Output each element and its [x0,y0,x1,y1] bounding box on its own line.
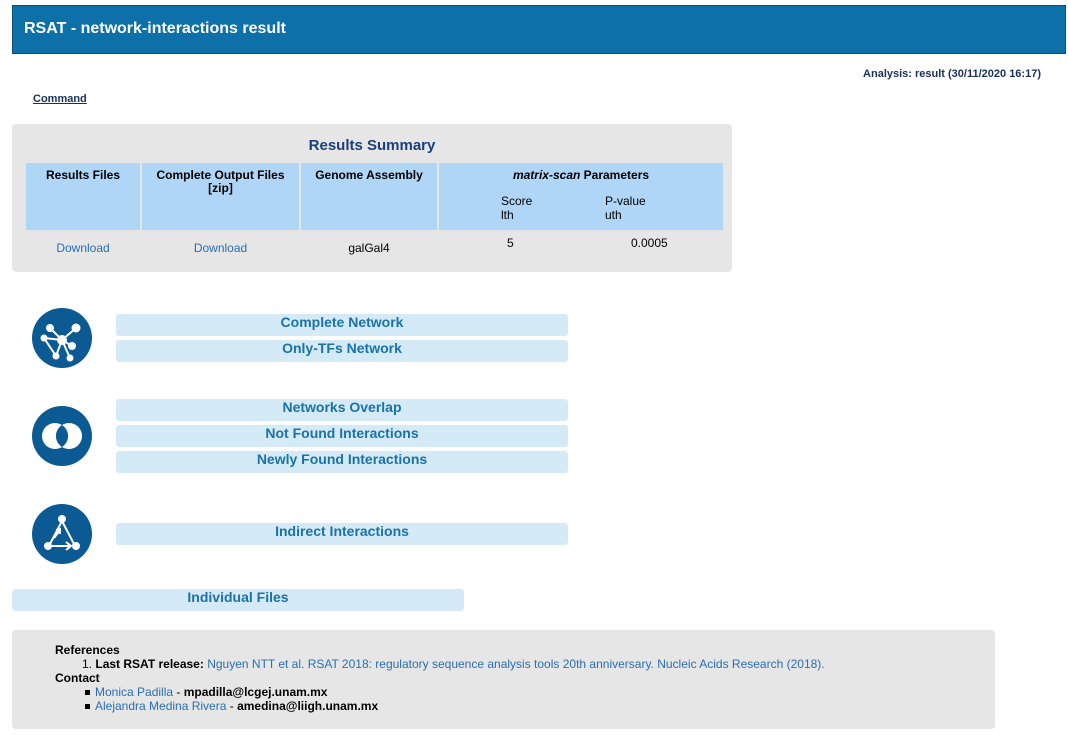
reference-item: 1. Last RSAT release: Nguyen NTT et al. … [82,657,825,671]
reference-link[interactable]: Nguyen NTT et al. RSAT 2018: regulatory … [207,657,824,671]
analysis-label: Analysis: result (30/11/2020 16:17) [863,68,1041,80]
references-heading: References [55,643,120,657]
contact-item: Alejandra Medina Rivera - amedina@liigh.… [85,699,378,713]
contact-email: amedina@liigh.unam.mx [237,699,379,713]
bullet-icon [85,690,90,696]
score-header: Score lth [501,194,533,222]
page-title: RSAT - network-interactions result [24,20,286,37]
col-complete-output: Complete Output Files [zip] [142,163,299,230]
params-values: 5 0.0005 [439,230,723,261]
venn-overlap-icon [32,406,92,466]
page-header: RSAT - network-interactions result [12,5,1066,54]
complete-output-download-link[interactable]: Download [194,241,247,255]
contact-name-link[interactable]: Alejandra Medina Rivera [95,699,226,713]
score-value: 5 [507,236,514,250]
complete-network-button[interactable]: Complete Network [116,314,568,336]
individual-files-button[interactable]: Individual Files [12,589,464,611]
triangle-graph-icon [32,504,92,564]
contact-heading: Contact [55,671,100,685]
networks-overlap-button[interactable]: Networks Overlap [116,399,568,421]
only-tfs-network-button[interactable]: Only-TFs Network [116,340,568,362]
contact-item: Monica Padilla - mpadilla@lcgej.unam.mx [85,685,327,699]
indirect-interactions-button[interactable]: Indirect Interactions [116,523,568,545]
results-files-download-link[interactable]: Download [56,241,109,255]
pvalue-value: 0.0005 [631,236,668,250]
results-summary-table: Results Files Complete Output Files [zip… [24,163,725,261]
bullet-icon [85,704,90,710]
params-title: matrix-scan Parameters [512,168,650,182]
table-row: Download Download galGal4 5 0.0005 [26,230,723,261]
results-summary-panel: Results Summary Results Files Complete O… [12,124,732,272]
not-found-interactions-button[interactable]: Not Found Interactions [116,425,568,447]
col-results-files: Results Files [26,163,140,230]
references-panel: References 1. Last RSAT release: Nguyen … [12,630,995,729]
results-summary-title: Results Summary [308,137,436,154]
newly-found-interactions-button[interactable]: Newly Found Interactions [116,451,568,473]
genome-value: galGal4 [348,241,390,255]
network-graph-icon [32,308,92,368]
contact-name-link[interactable]: Monica Padilla [95,685,173,699]
col-genome-assembly: Genome Assembly [301,163,437,230]
contact-email: mpadilla@lcgej.unam.mx [183,685,328,699]
col-matrix-scan-params: matrix-scan Parameters Score lth P-value… [439,163,723,230]
command-link[interactable]: Command [33,93,87,105]
pvalue-header: P-value uth [605,194,646,222]
